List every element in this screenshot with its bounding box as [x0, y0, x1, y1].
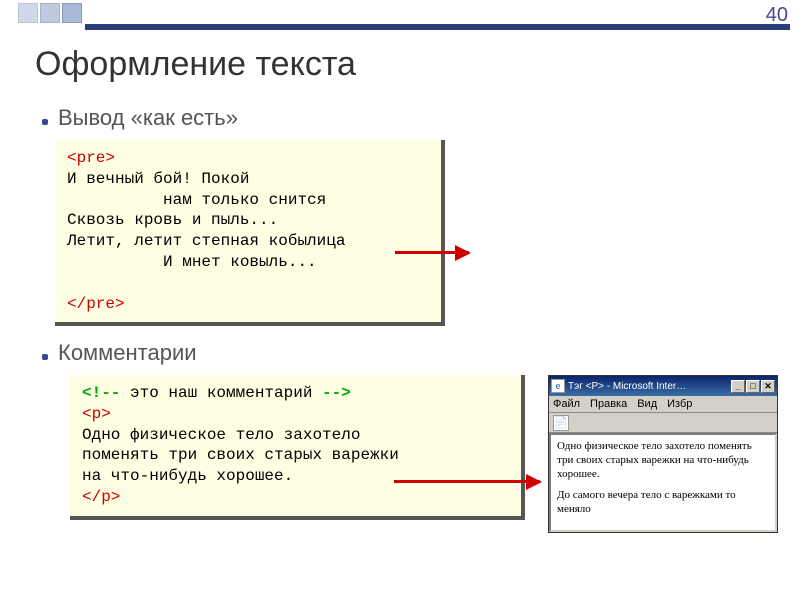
- pre-open-tag: <pre>: [67, 149, 115, 167]
- paragraph-2: До самого вечера тело с варежками то мен…: [557, 489, 769, 517]
- browser-titlebar: e Тэг <P> - Microsoft Inter… _ □ ✕: [549, 376, 777, 396]
- menu-view[interactable]: Вид: [637, 398, 657, 410]
- p-open-tag: <p>: [82, 405, 111, 423]
- pre-close-tag: </pre>: [67, 295, 125, 313]
- arrow-icon: [395, 251, 469, 254]
- menu-file[interactable]: Файл: [553, 398, 580, 410]
- code-block-comment: <!-- это наш комментарий --> <p> Одно фи…: [70, 375, 525, 520]
- bullet-label: Вывод «как есть»: [58, 105, 238, 131]
- deco-square: [62, 3, 82, 23]
- p-body: Одно физическое тело захотело поменять т…: [82, 426, 399, 486]
- bullet-asis: Вывод «как есть»: [42, 105, 238, 131]
- deco-square: [18, 3, 38, 23]
- pre-body: И вечный бой! Покой нам только снится Ск…: [67, 170, 345, 271]
- bullet-icon: [42, 119, 48, 125]
- arrow-icon: [394, 480, 540, 483]
- menu-fav[interactable]: Избр: [667, 398, 692, 410]
- browser-menubar: Файл Правка Вид Избр: [549, 396, 777, 413]
- bullet-comments: Комментарии: [42, 340, 197, 366]
- bullet-label: Комментарии: [58, 340, 197, 366]
- comment-open: <!--: [82, 384, 120, 402]
- ie-icon: e: [551, 379, 565, 393]
- browser-content: Одно физическое тело захотело поменять т…: [549, 433, 777, 532]
- slide-number: 40: [766, 4, 788, 27]
- maximize-button[interactable]: □: [746, 380, 760, 393]
- slide-title: Оформление текста: [35, 45, 356, 84]
- menu-edit[interactable]: Правка: [590, 398, 627, 410]
- paragraph-1: Одно физическое тело захотело поменять т…: [557, 440, 769, 481]
- comment-close: -->: [322, 384, 351, 402]
- deco-line: [85, 24, 790, 30]
- slide-header: [0, 0, 800, 28]
- p-close-tag: </p>: [82, 488, 120, 506]
- browser-title: Тэг <P> - Microsoft Inter…: [568, 381, 731, 392]
- minimize-button[interactable]: _: [731, 380, 745, 393]
- document-icon: 📄: [553, 415, 569, 431]
- close-button[interactable]: ✕: [761, 380, 775, 393]
- code-block-pre: <pre> И вечный бой! Покой нам только сни…: [55, 140, 445, 326]
- deco-square: [40, 3, 60, 23]
- comment-text: это наш комментарий: [120, 384, 322, 402]
- bullet-icon: [42, 354, 48, 360]
- browser-toolbar: 📄: [549, 413, 777, 433]
- browser-preview: e Тэг <P> - Microsoft Inter… _ □ ✕ Файл …: [548, 375, 778, 533]
